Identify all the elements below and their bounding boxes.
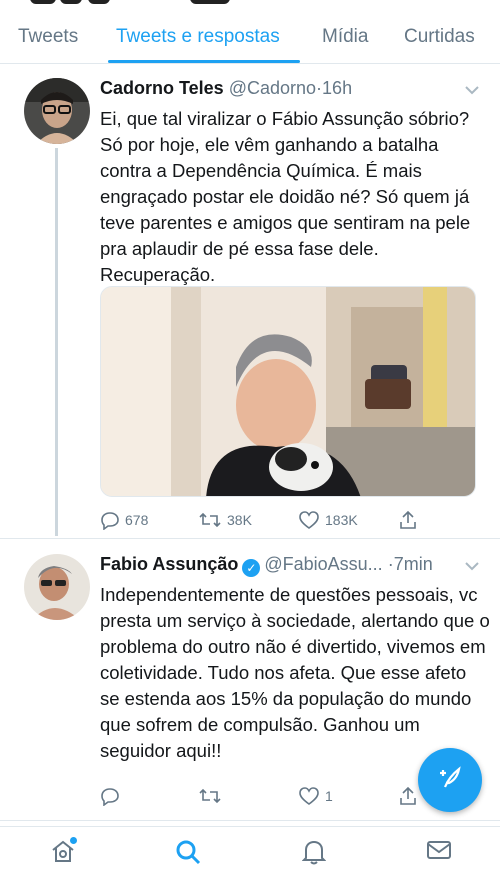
retweet-button[interactable]: 38K xyxy=(198,510,252,530)
reply-button[interactable]: 678 xyxy=(100,510,148,530)
chevron-down-icon[interactable] xyxy=(465,82,479,98)
tab-tweets-and-replies[interactable]: Tweets e respostas xyxy=(116,26,280,48)
like-button[interactable]: 183K xyxy=(298,510,358,530)
mail-icon xyxy=(426,841,452,865)
heart-icon xyxy=(298,510,320,530)
nav-home[interactable] xyxy=(50,837,77,868)
nav-search[interactable] xyxy=(175,839,201,870)
compose-tweet-button[interactable] xyxy=(418,748,482,812)
retweet-icon xyxy=(198,786,222,806)
bell-icon xyxy=(301,840,327,869)
user-handle[interactable]: @FabioAssu... xyxy=(264,554,382,574)
cropped-shape xyxy=(60,0,82,4)
reply-icon xyxy=(100,786,120,806)
cropped-shape xyxy=(88,0,110,4)
retweet-icon xyxy=(198,510,222,530)
reply-count: 678 xyxy=(125,512,149,528)
cropped-shape xyxy=(30,0,56,4)
avatar[interactable] xyxy=(24,78,90,144)
display-name[interactable]: Cadorno Teles xyxy=(100,78,224,98)
tab-likes[interactable]: Curtidas xyxy=(404,26,475,48)
cropped-shape xyxy=(190,0,230,4)
retweet-button[interactable] xyxy=(198,786,227,806)
tweet-header: Fabio Assunção ✓ @FabioAssu... ·7min xyxy=(100,554,433,577)
home-icon xyxy=(50,840,76,867)
reply-button[interactable] xyxy=(100,786,125,806)
thread-line xyxy=(55,148,58,536)
tab-media[interactable]: Mídia xyxy=(322,26,368,48)
display-name[interactable]: Fabio Assunção xyxy=(100,554,238,574)
verified-badge-icon: ✓ xyxy=(242,559,261,577)
tweet-text: Ei, que tal viralizar o Fábio Assunção s… xyxy=(100,108,471,285)
nav-notifications[interactable] xyxy=(301,839,327,870)
timestamp[interactable]: 7min xyxy=(394,554,433,574)
nav-messages[interactable] xyxy=(426,839,452,866)
new-items-dot xyxy=(70,837,77,844)
top-edge xyxy=(0,0,500,10)
avatar[interactable] xyxy=(24,554,90,620)
like-count: 183K xyxy=(325,512,358,528)
share-button[interactable] xyxy=(398,786,418,806)
tweet-text: Independentemente de questões pessoais, … xyxy=(100,584,490,761)
tweet-actions: 678 38K 183K xyxy=(100,510,480,532)
share-button[interactable] xyxy=(398,510,418,530)
tweet-photo[interactable] xyxy=(100,286,476,497)
retweet-count: 38K xyxy=(227,512,252,528)
share-icon xyxy=(398,510,418,530)
compose-icon xyxy=(435,763,465,798)
like-count: 1 xyxy=(325,788,333,804)
tweet-divider xyxy=(0,820,500,821)
share-icon xyxy=(398,786,418,806)
reply-icon xyxy=(100,510,120,530)
user-handle[interactable]: @Cadorno xyxy=(229,78,316,98)
profile-tabs: Tweets Tweets e respostas Mídia Curtidas xyxy=(0,14,500,64)
bottom-navigation xyxy=(0,826,500,873)
heart-icon xyxy=(298,786,320,806)
search-icon xyxy=(175,840,201,869)
timestamp[interactable]: 16h xyxy=(322,78,352,98)
active-tab-indicator xyxy=(108,60,300,63)
tweet-header: Cadorno Teles @Cadorno·16h xyxy=(100,78,352,99)
tweet[interactable]: Cadorno Teles @Cadorno·16h Ei, que tal v… xyxy=(0,64,500,536)
like-button[interactable]: 1 xyxy=(298,786,333,806)
tab-tweets[interactable]: Tweets xyxy=(18,26,78,48)
chevron-down-icon[interactable] xyxy=(465,558,479,574)
